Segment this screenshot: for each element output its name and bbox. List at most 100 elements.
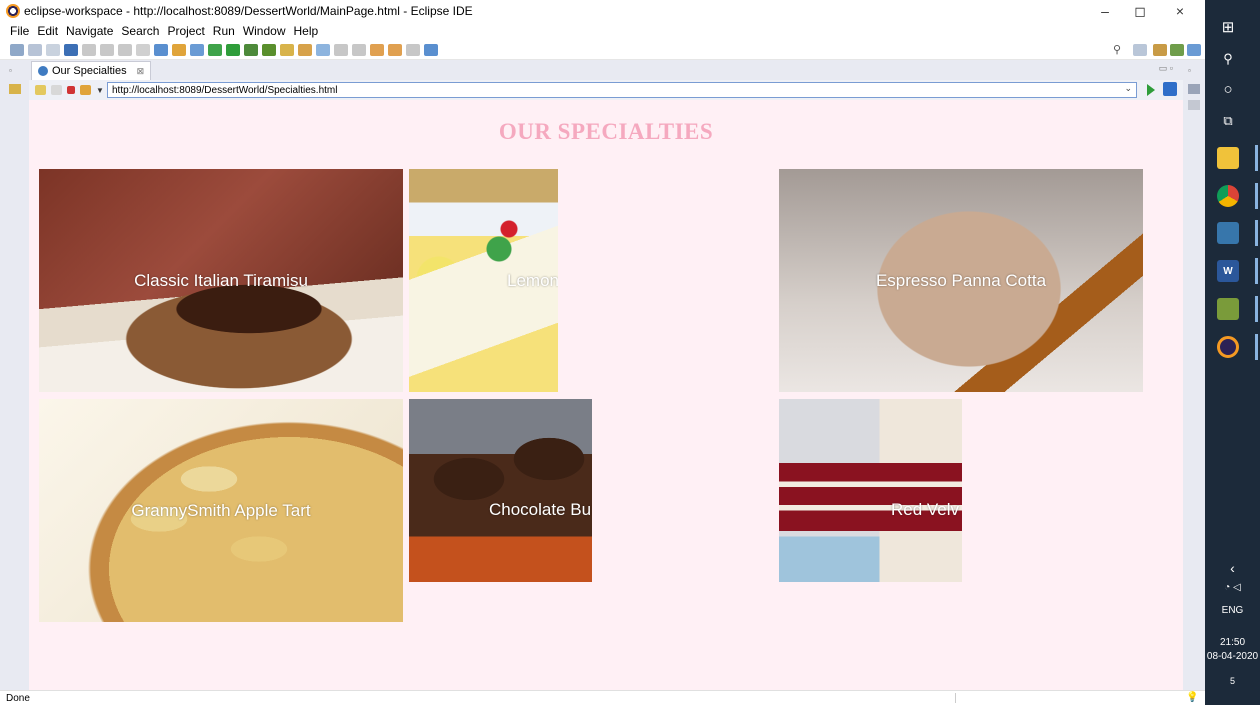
task-list-icon[interactable] — [1188, 100, 1200, 110]
open-external-browser-icon[interactable] — [1163, 82, 1177, 96]
windows-start-icon[interactable]: ⊞ — [1217, 16, 1239, 38]
nav-dropdown-icon[interactable]: ▼ — [96, 86, 104, 95]
specialty-chocolate-brownie[interactable]: Chocolate Bu — [409, 399, 592, 582]
minimize-button[interactable]: – — [1085, 0, 1125, 22]
specialty-tiramisu[interactable]: Classic Italian Tiramisu — [39, 169, 403, 392]
specialty-apple-tart[interactable]: GrannySmith Apple Tart — [39, 399, 403, 622]
tab-label: Our Specialties — [52, 65, 127, 77]
resume-icon[interactable] — [82, 43, 96, 56]
page-viewport: OUR SPECIALTIES Classic Italian Tiramisu… — [29, 100, 1183, 690]
save-all-icon[interactable] — [46, 43, 60, 56]
bug-icon[interactable] — [208, 43, 222, 56]
open-perspective-icon[interactable] — [1133, 44, 1147, 56]
globe-icon — [38, 66, 48, 76]
web-browser-icon[interactable] — [190, 43, 204, 56]
web-perspective-icon[interactable] — [1170, 44, 1184, 56]
clock-date[interactable]: 08-04-2020 — [1205, 651, 1260, 662]
python-icon[interactable] — [1217, 222, 1239, 244]
clock-time[interactable]: 21:50 — [1205, 637, 1260, 648]
tab-our-specialties[interactable]: Our Specialties ⊠ — [31, 61, 152, 80]
right-trim: ▫ — [1183, 60, 1205, 690]
restore-icon[interactable]: ▫ — [9, 66, 21, 76]
run-last-icon[interactable] — [262, 43, 276, 56]
windows-taskbar: ⊞ ⚲ ○ ⧉ W ‹ ◔ ◁ ENG 21:50 08-04-2020 5 — [1205, 0, 1260, 705]
url-field[interactable]: http://localhost:8089/DessertWorld/Speci… — [107, 82, 1137, 98]
java-ee-perspective-icon[interactable] — [1153, 44, 1167, 56]
specialty-lemon[interactable]: Lemon — [409, 169, 558, 392]
new-icon[interactable] — [10, 43, 24, 56]
external-tools-icon[interactable] — [172, 43, 186, 56]
cortana-icon[interactable]: ○ — [1217, 78, 1239, 100]
forward-icon[interactable] — [388, 43, 402, 56]
specialty-caption: Red Velv — [891, 500, 960, 519]
menu-bar: File Edit Navigate Search Project Run Wi… — [0, 22, 1205, 40]
back-icon[interactable] — [370, 43, 384, 56]
chrome-icon[interactable] — [1217, 185, 1239, 207]
eclipse-icon[interactable] — [1217, 336, 1239, 358]
status-bar: Done 💡 — [0, 690, 1205, 705]
specialty-panna-cotta[interactable]: Espresso Panna Cotta — [779, 169, 1143, 392]
maximize-button[interactable]: ◻ — [1120, 0, 1160, 22]
open-type-icon[interactable] — [154, 43, 168, 56]
menu-file[interactable]: File — [10, 24, 29, 38]
file-explorer-icon[interactable] — [1217, 147, 1239, 169]
left-trim: ▫ — [0, 60, 29, 690]
active-indicator — [1255, 183, 1258, 209]
search-icon[interactable]: ⚲ — [1113, 43, 1121, 56]
stop-icon[interactable] — [67, 86, 75, 94]
back-arrow-icon[interactable] — [35, 85, 46, 95]
close-button[interactable]: × — [1160, 0, 1200, 22]
debug-icon[interactable] — [64, 43, 78, 56]
run-icon[interactable] — [226, 43, 240, 56]
package-explorer-icon[interactable] — [9, 84, 21, 94]
coverage-icon[interactable] — [244, 43, 258, 56]
lightbulb-icon[interactable]: 💡 — [1186, 692, 1198, 703]
forward-arrow-icon[interactable] — [51, 85, 62, 95]
save-icon[interactable] — [28, 43, 42, 56]
status-divider — [955, 693, 956, 703]
menu-help[interactable]: Help — [294, 24, 319, 38]
notepad-icon[interactable] — [1217, 298, 1239, 320]
refresh-icon[interactable] — [80, 85, 91, 95]
prev-annotation-icon[interactable] — [352, 43, 366, 56]
language-indicator[interactable]: ENG — [1205, 605, 1260, 616]
terminate-icon[interactable] — [118, 43, 132, 56]
tab-close-icon[interactable]: ⊠ — [137, 66, 145, 77]
specialty-red-velvet[interactable]: Red Velv — [779, 399, 962, 582]
network-volume-icon[interactable]: ◔ ◁ — [1205, 582, 1260, 593]
url-text: http://localhost:8089/DessertWorld/Speci… — [112, 84, 338, 96]
pen-icon[interactable] — [316, 43, 330, 56]
notification-count[interactable]: 5 — [1205, 676, 1260, 686]
menu-run[interactable]: Run — [213, 24, 235, 38]
suspend-icon[interactable] — [100, 43, 114, 56]
word-icon[interactable]: W — [1217, 260, 1239, 282]
menu-search[interactable]: Search — [121, 24, 159, 38]
menu-window[interactable]: Window — [243, 24, 286, 38]
restore-right-icon[interactable]: ▫ — [1188, 66, 1200, 76]
step-icon[interactable] — [136, 43, 150, 56]
specialty-caption: Lemon — [507, 270, 558, 290]
new-folder-icon[interactable] — [280, 43, 294, 56]
show-hidden-icons[interactable]: ‹ — [1205, 560, 1260, 576]
menu-project[interactable]: Project — [167, 24, 204, 38]
url-dropdown-icon[interactable]: ⌄ — [1124, 83, 1132, 94]
view-menu-icon[interactable]: ▭ ▫ — [1159, 63, 1173, 74]
specialty-caption: Chocolate Bu — [489, 500, 592, 519]
open-folder-icon[interactable] — [298, 43, 312, 56]
outline-icon[interactable] — [1188, 84, 1200, 94]
task-view-icon[interactable]: ⧉ — [1217, 110, 1239, 132]
main-toolbar: ⚲ — [0, 40, 1205, 60]
go-icon[interactable] — [1147, 84, 1155, 96]
active-indicator — [1255, 258, 1258, 284]
specialty-caption: GrannySmith Apple Tart — [131, 500, 311, 520]
status-text: Done — [6, 692, 30, 704]
menu-edit[interactable]: Edit — [37, 24, 58, 38]
specialty-caption: Espresso Panna Cotta — [875, 270, 1047, 290]
menu-navigate[interactable]: Navigate — [66, 24, 113, 38]
last-edit-icon[interactable] — [406, 43, 420, 56]
window-title: eclipse-workspace - http://localhost:808… — [24, 4, 473, 18]
search-icon[interactable]: ⚲ — [1217, 48, 1239, 70]
java-perspective-icon[interactable] — [1187, 44, 1201, 56]
pin-editor-icon[interactable] — [424, 43, 438, 56]
next-annotation-icon[interactable] — [334, 43, 348, 56]
